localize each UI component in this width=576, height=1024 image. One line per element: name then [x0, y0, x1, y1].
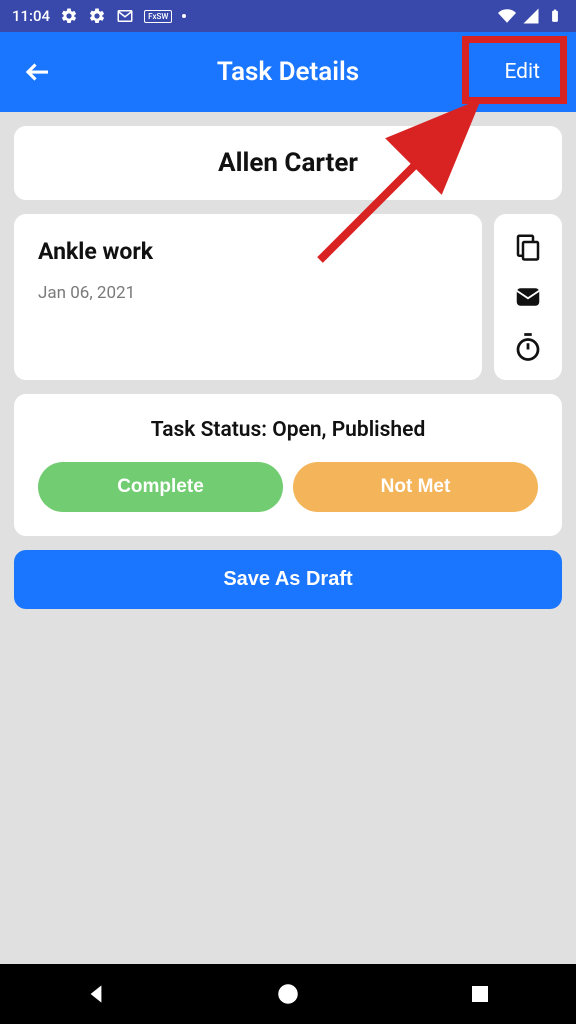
status-right — [498, 7, 564, 25]
client-name-card: Allen Carter — [14, 126, 562, 200]
status-button-row: Complete Not Met — [38, 462, 538, 512]
timer-button[interactable] — [511, 330, 545, 364]
nav-home-icon — [275, 981, 301, 1007]
task-card: Ankle work Jan 06, 2021 — [14, 214, 482, 380]
mail-icon — [513, 282, 543, 312]
gmail-icon — [116, 7, 134, 25]
signal-icon — [522, 7, 540, 25]
status-left: 11:04 FxSW — [12, 7, 186, 25]
arrow-left-icon — [23, 57, 53, 87]
save-draft-button[interactable]: Save As Draft — [14, 550, 562, 609]
task-title: Ankle work — [38, 238, 458, 265]
nav-back-icon — [83, 981, 109, 1007]
task-actions-column — [494, 214, 562, 380]
nav-back-button[interactable] — [76, 974, 116, 1014]
not-met-button[interactable]: Not Met — [293, 462, 538, 512]
status-time: 11:04 — [12, 7, 50, 25]
page-title: Task Details — [217, 57, 359, 87]
nav-recent-button[interactable] — [460, 974, 500, 1014]
nav-home-button[interactable] — [268, 974, 308, 1014]
notification-dot-icon — [182, 14, 186, 18]
task-status-label: Task Status: Open, Published — [38, 418, 538, 442]
battery-icon — [546, 7, 564, 25]
copy-button[interactable] — [511, 230, 545, 264]
mail-button[interactable] — [511, 280, 545, 314]
app-bar: Task Details Edit — [0, 32, 576, 112]
edit-button[interactable]: Edit — [488, 52, 556, 92]
timer-icon — [513, 332, 543, 362]
content-area: Allen Carter Ankle work Jan 06, 2021 Tas… — [0, 112, 576, 623]
task-row: Ankle work Jan 06, 2021 — [14, 214, 562, 380]
gear-icon — [60, 7, 78, 25]
back-button[interactable] — [20, 54, 56, 90]
android-nav-bar — [0, 964, 576, 1024]
wifi-icon — [498, 7, 516, 25]
android-status-bar: 11:04 FxSW — [0, 0, 576, 32]
task-date: Jan 06, 2021 — [38, 283, 458, 303]
complete-button[interactable]: Complete — [38, 462, 283, 512]
nav-recent-icon — [468, 982, 492, 1006]
status-card: Task Status: Open, Published Complete No… — [14, 394, 562, 536]
client-name: Allen Carter — [36, 148, 540, 178]
fxsw-badge: FxSW — [144, 10, 172, 23]
gear-icon-2 — [88, 7, 106, 25]
copy-icon — [513, 232, 543, 262]
